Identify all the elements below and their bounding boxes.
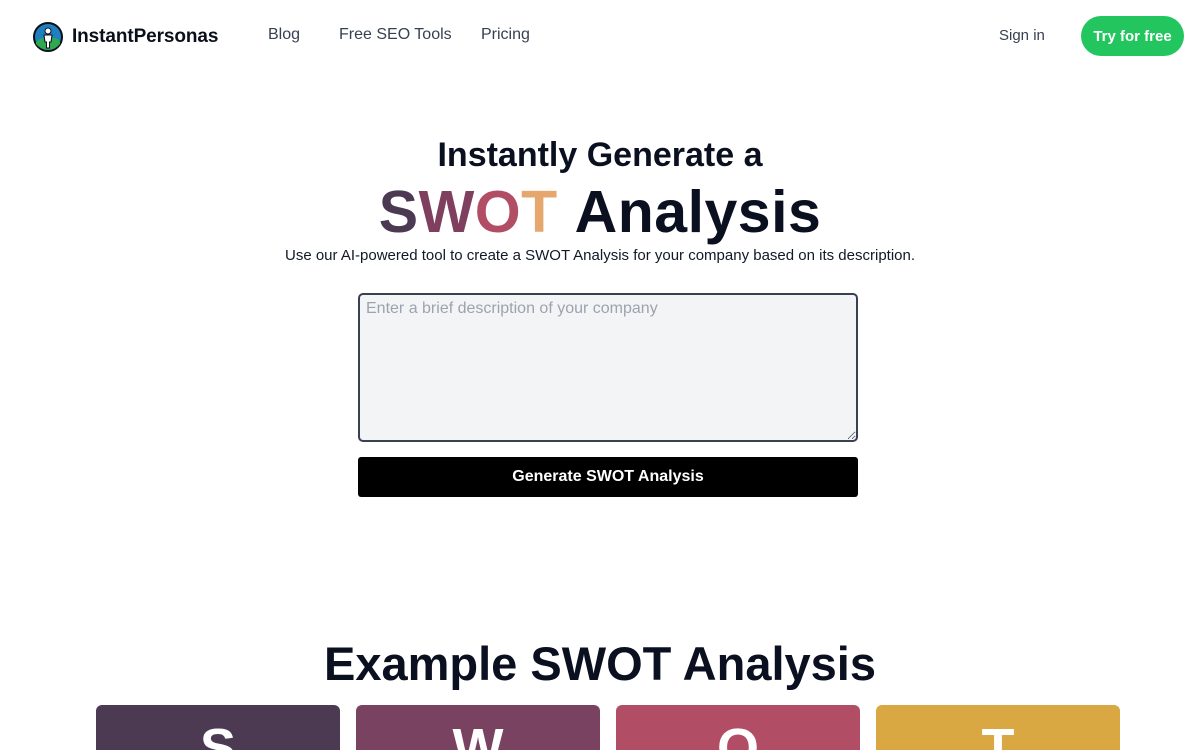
generate-swot-button[interactable]: Generate SWOT Analysis <box>358 457 858 497</box>
persona-logo-icon <box>33 22 63 52</box>
swot-letter-t: T <box>521 179 558 245</box>
nav-blog[interactable]: Blog <box>268 26 300 44</box>
card-letter: W <box>452 718 504 750</box>
swot-card-threats: T <box>876 705 1120 750</box>
swot-card-strengths: S <box>96 705 340 750</box>
swot-letter-o: O <box>474 179 522 245</box>
card-letter: T <box>981 718 1015 750</box>
card-letter: S <box>199 718 237 750</box>
hero-title-line2: SWOT Analysis <box>0 178 1200 246</box>
hero-subtitle: Use our AI-powered tool to create a SWOT… <box>284 247 916 264</box>
swot-card-weaknesses: W <box>356 705 600 750</box>
hero-analysis-word: Analysis <box>574 179 822 245</box>
brand-name: InstantPersonas <box>72 26 219 47</box>
example-section-title: Example SWOT Analysis <box>324 637 876 690</box>
swot-letter-s: S <box>378 179 419 245</box>
site-header: InstantPersonas Blog Free SEO Tools Pric… <box>0 0 1200 72</box>
hero-title-line1: Instantly Generate a <box>437 136 763 174</box>
brand-link[interactable]: InstantPersonas <box>33 22 218 52</box>
nav-pricing[interactable]: Pricing <box>481 26 530 44</box>
card-letter: O <box>716 718 759 750</box>
swot-letter-w: W <box>418 179 475 245</box>
company-description-input[interactable] <box>358 293 858 442</box>
try-for-free-button[interactable]: Try for free <box>1081 16 1184 56</box>
sign-in-link[interactable]: Sign in <box>999 27 1045 44</box>
nav-free-seo-tools[interactable]: Free SEO Tools <box>339 26 452 44</box>
swot-card-opportunities: O <box>616 705 860 750</box>
